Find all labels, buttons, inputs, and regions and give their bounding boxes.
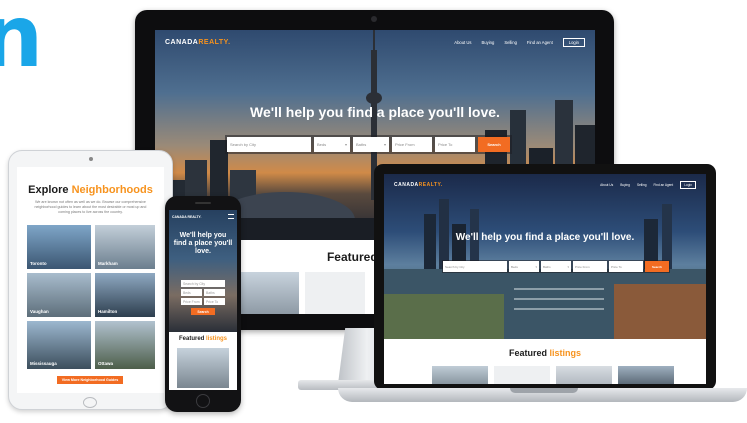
nav-link-find-agent[interactable]: Find an Agent [654, 183, 674, 187]
hamburger-menu-icon[interactable] [228, 214, 234, 219]
beds-select[interactable]: Beds ▾ [314, 137, 350, 152]
nav-link-about[interactable]: About Us [454, 40, 471, 45]
city-card-markham[interactable]: Markham [95, 225, 155, 269]
neighborhoods-description: We are known not often as well as we do.… [34, 200, 147, 214]
phone-screen: CANADA REALTY. We'll help you find a pla… [169, 210, 237, 390]
listing-thumbnail[interactable] [305, 272, 365, 314]
tablet-camera-icon [89, 157, 93, 161]
chevron-down-icon: ▾ [383, 142, 386, 147]
search-button[interactable]: Search [478, 137, 510, 152]
brand-logo[interactable]: CANADAREALTY. [394, 182, 443, 188]
price-from-input[interactable]: Price From [392, 137, 432, 152]
hero-title: We'll help you find a place you'll love. [455, 232, 635, 243]
nav-link-buying[interactable]: Buying [620, 183, 630, 187]
baths-select[interactable]: Baths ▾ [353, 137, 389, 152]
search-button[interactable]: Search [645, 261, 669, 272]
price-from-input[interactable]: Price From [181, 298, 202, 305]
brand-logo[interactable]: CANADAREALTY. [165, 39, 231, 46]
nav-link-buying[interactable]: Buying [482, 40, 495, 45]
device-mockup-showcase: n CANADAREALTY. About Us Buying Selling … [0, 0, 747, 423]
login-button[interactable]: Login [562, 37, 585, 47]
city-search-input[interactable]: Search by City [443, 261, 507, 272]
nav-link-selling[interactable]: Selling [637, 183, 647, 187]
hero-title: We'll help you find a place you'll love. [173, 232, 233, 255]
listing-thumbnail[interactable] [618, 366, 674, 384]
search-bar: Search by City Beds ▾ Baths ▾ Price From P… [225, 135, 512, 154]
beds-select[interactable]: Beds ▾ [509, 261, 539, 272]
featured-listings-heading: Featured listings [178, 336, 228, 342]
nav-link-find-agent[interactable]: Find an Agent [527, 40, 553, 45]
smartphone: CANADA REALTY. We'll help you find a pla… [165, 196, 241, 412]
laptop-hinge-notch [510, 388, 578, 393]
listing-thumbnail[interactable] [177, 348, 229, 388]
brand-glyph: n [0, 0, 43, 87]
price-to-input[interactable]: Price To [204, 298, 225, 305]
home-button[interactable] [83, 397, 97, 408]
price-to-input[interactable]: Price To [435, 137, 475, 152]
price-to-input[interactable]: Price To [609, 261, 643, 272]
listing-thumbnail[interactable] [239, 272, 299, 314]
search-button[interactable]: Search [191, 308, 215, 315]
neighborhoods-heading: Explore Neighborhoods [28, 184, 153, 196]
price-from-input[interactable]: Price From [573, 261, 607, 272]
city-search-input[interactable]: Search by City [181, 280, 225, 287]
hero-section: CANADA REALTY. We'll help you find a pla… [169, 210, 237, 332]
view-more-guides-button[interactable]: View More Neighborhood Guides [57, 376, 123, 384]
city-card-toronto[interactable]: Toronto [27, 225, 91, 269]
harbour-skyline-image [384, 199, 706, 339]
brand-logo[interactable]: CANADA REALTY. [172, 215, 201, 219]
city-card-ottawa[interactable]: Ottawa [95, 321, 155, 369]
chevron-down-icon: ▾ [344, 142, 347, 147]
nav-link-about[interactable]: About Us [600, 183, 613, 187]
listing-thumbnail[interactable] [556, 366, 612, 384]
tablet: Explore Neighborhoods We are known not o… [8, 150, 173, 410]
chevron-down-icon: ▾ [535, 264, 537, 269]
listing-thumbnail[interactable] [494, 366, 550, 384]
phone-speaker [195, 202, 211, 204]
beds-select[interactable]: Beds [181, 289, 202, 296]
hero-title: We'll help you find a place you'll love. [250, 104, 500, 120]
baths-select[interactable]: Baths [204, 289, 225, 296]
tablet-screen: Explore Neighborhoods We are known not o… [17, 167, 164, 393]
webcam-icon [371, 16, 377, 22]
hero-section: CANADAREALTY. About Us Buying Selling Fi… [384, 174, 706, 339]
top-navigation: CANADAREALTY. About Us Buying Selling Fi… [384, 174, 706, 196]
login-button[interactable]: Login [680, 181, 696, 189]
baths-select[interactable]: Baths ▾ [541, 261, 571, 272]
top-navigation: CANADAREALTY. About Us Buying Selling Fi… [155, 30, 595, 54]
listing-thumbnail[interactable] [432, 366, 488, 384]
search-bar: Search by City Beds ▾ Baths ▾ Price From P… [442, 260, 670, 273]
chevron-down-icon: ▾ [567, 264, 569, 269]
nav-link-selling[interactable]: Selling [504, 40, 517, 45]
home-button[interactable] [196, 394, 210, 408]
laptop-screen: CANADAREALTY. About Us Buying Selling Fi… [384, 174, 706, 384]
laptop: CANADAREALTY. About Us Buying Selling Fi… [374, 164, 716, 390]
city-card-vaughan[interactable]: Vaughan [27, 273, 91, 317]
featured-listings-heading: Featured listings [508, 348, 582, 358]
city-card-hamilton[interactable]: Hamilton [95, 273, 155, 317]
city-search-input[interactable]: Search by City [227, 137, 311, 152]
city-card-mississauga[interactable]: Mississauga [27, 321, 91, 369]
